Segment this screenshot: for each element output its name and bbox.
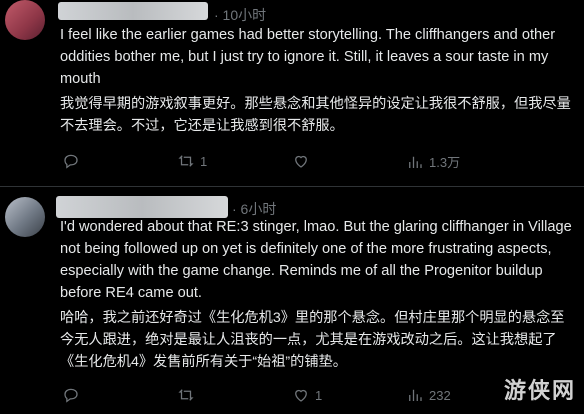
views-button[interactable]: 1.3万 bbox=[406, 152, 460, 171]
post-text-chinese: 哈哈，我之前还好奇过《生化危机3》里的那个悬念。但村庄里那个明显的悬念至今无人跟… bbox=[60, 310, 565, 370]
post-text-chinese: 我觉得早期的游戏叙事更好。那些悬念和其他怪异的设定让我很不舒服，但我尽量不去理会… bbox=[60, 96, 571, 134]
display-name-redacted[interactable] bbox=[56, 196, 228, 218]
heart-icon bbox=[295, 389, 307, 402]
avatar[interactable] bbox=[5, 197, 45, 237]
retweet-button[interactable] bbox=[177, 386, 200, 404]
views-icon bbox=[409, 156, 422, 168]
display-name-redacted[interactable] bbox=[58, 2, 208, 20]
reply-button[interactable] bbox=[62, 152, 85, 170]
post-text-english: I'd wondered about that RE:3 stinger, lm… bbox=[60, 219, 576, 301]
post-text-english: I feel like the earlier games had better… bbox=[60, 27, 560, 87]
site-watermark-logo: 游侠网 bbox=[503, 379, 576, 404]
retweet-icon bbox=[178, 155, 194, 167]
like-count: 1 bbox=[315, 387, 323, 403]
post-divider bbox=[0, 186, 584, 187]
avatar[interactable] bbox=[5, 0, 45, 40]
heart-icon bbox=[295, 155, 307, 168]
reply-icon bbox=[64, 388, 78, 403]
retweet-button[interactable]: 1 bbox=[177, 152, 207, 170]
views-icon bbox=[409, 389, 422, 401]
view-count: 1.3万 bbox=[429, 155, 461, 170]
like-button[interactable] bbox=[292, 152, 315, 170]
post-timestamp[interactable]: · 10小时 bbox=[214, 5, 266, 25]
views-button[interactable]: 232 bbox=[406, 386, 451, 404]
retweet-count: 1 bbox=[200, 153, 208, 169]
retweet-icon bbox=[178, 389, 194, 401]
post-actions: 1 1.3万 bbox=[60, 152, 574, 172]
like-button[interactable]: 1 bbox=[292, 386, 322, 404]
reply-button[interactable] bbox=[62, 386, 85, 404]
view-count: 232 bbox=[429, 387, 451, 403]
post[interactable]: · 10小时 I feel like the earlier games had… bbox=[0, 0, 584, 186]
reply-icon bbox=[64, 154, 78, 169]
post-actions: 1 232 bbox=[60, 386, 574, 406]
